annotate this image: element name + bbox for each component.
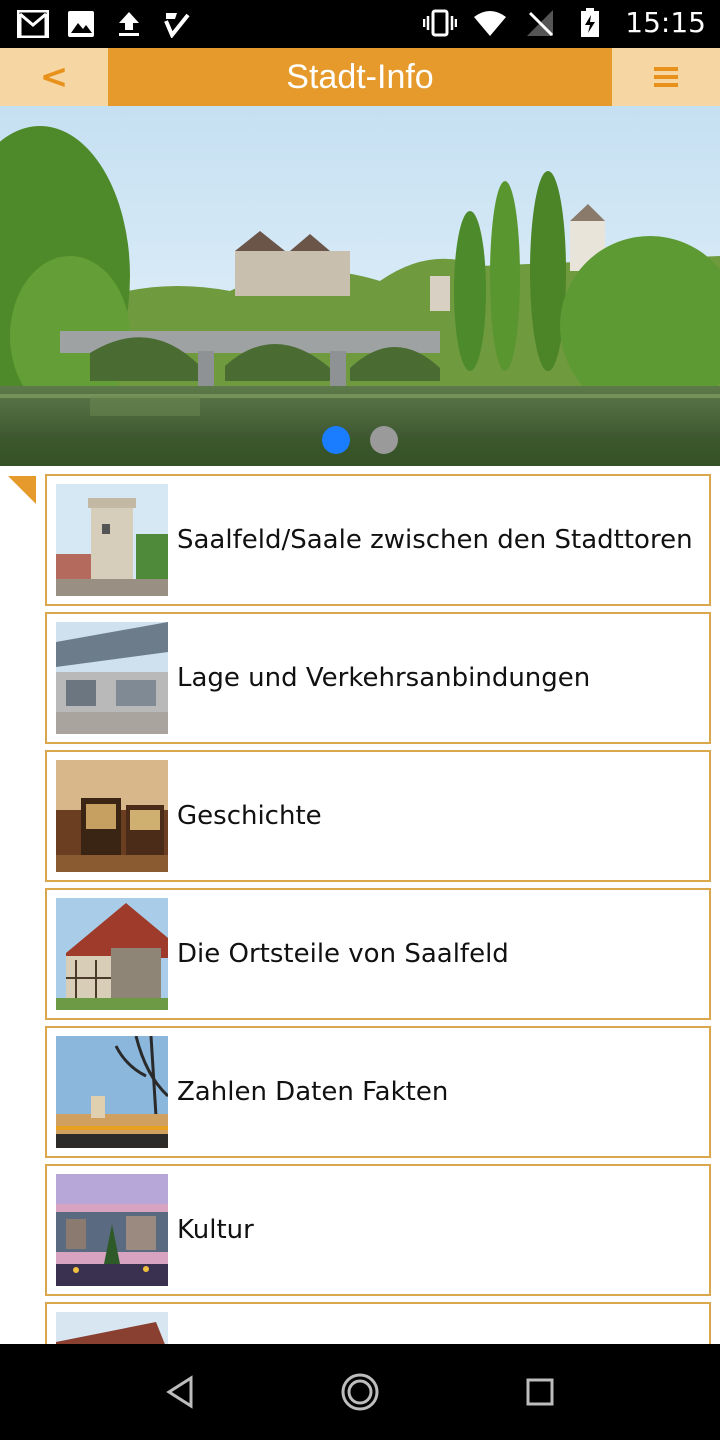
corner-marker: [8, 476, 36, 504]
image-icon: [64, 8, 98, 40]
list-item[interactable]: Geschichte: [45, 750, 711, 882]
list-item-label: Geschichte: [177, 801, 322, 831]
vibrate-icon: [423, 7, 458, 39]
gmail-icon: [16, 8, 50, 40]
city-gate-tower-photo: [56, 484, 168, 596]
list-item-label: Die Ortsteile von Saalfeld: [177, 939, 509, 969]
pager-dot[interactable]: [370, 426, 398, 454]
nav-home-button[interactable]: [336, 1368, 384, 1416]
wifi-icon: [473, 7, 507, 39]
building-roof-photo: [56, 1312, 168, 1344]
back-arrow-label: <: [39, 57, 69, 97]
half-timbered-church-photo: [56, 898, 168, 1010]
back-button[interactable]: <: [0, 48, 108, 106]
list-item-label: Lage und Verkehrsanbindungen: [177, 663, 591, 693]
banner-pager: [0, 426, 720, 454]
task-check-icon: [160, 8, 194, 40]
list-item-label: Saalfeld/Saale zwischen den Stadttoren: [177, 525, 693, 555]
train-station-photo: [56, 622, 168, 734]
info-list: Saalfeld/Saale zwischen den Stadttoren L…: [0, 466, 720, 1344]
page-title: Stadt-Info: [286, 57, 434, 96]
recents-square-icon: [526, 1378, 554, 1406]
list-item[interactable]: Lage und Verkehrsanbindungen: [45, 612, 711, 744]
nav-recents-button[interactable]: [516, 1368, 564, 1416]
town-skyline-photo: [56, 1036, 168, 1148]
banner-slider[interactable]: [0, 106, 720, 466]
list-item[interactable]: Zahlen Daten Fakten: [45, 1026, 711, 1158]
list-item[interactable]: Saalfeld/Saale zwischen den Stadttoren: [45, 474, 711, 606]
museum-interior-photo: [56, 760, 168, 872]
home-circle-icon: [341, 1373, 379, 1411]
pager-dot-active[interactable]: [322, 426, 350, 454]
hamburger-menu-icon: [654, 67, 678, 87]
title-bar: Stadt-Info: [108, 48, 612, 106]
menu-button[interactable]: [612, 48, 720, 106]
battery-charging-icon: [573, 7, 607, 39]
no-signal-icon: [523, 7, 557, 39]
list-item[interactable]: Kultur: [45, 1164, 711, 1296]
list-item[interactable]: [45, 1302, 711, 1344]
app-header: < Stadt-Info: [0, 48, 720, 106]
system-nav-bar: [0, 1344, 720, 1440]
upload-icon: [112, 8, 146, 40]
river-bridge-castle-photo: [0, 106, 720, 466]
nav-back-button[interactable]: [156, 1368, 204, 1416]
back-triangle-icon: [166, 1375, 193, 1409]
list-item-label: Zahlen Daten Fakten: [177, 1077, 449, 1107]
status-bar: 15:15: [0, 0, 720, 48]
clock-time: 15:15: [625, 6, 706, 39]
christmas-market-photo: [56, 1174, 168, 1286]
list-item[interactable]: Die Ortsteile von Saalfeld: [45, 888, 711, 1020]
list-item-label: Kultur: [177, 1215, 254, 1245]
